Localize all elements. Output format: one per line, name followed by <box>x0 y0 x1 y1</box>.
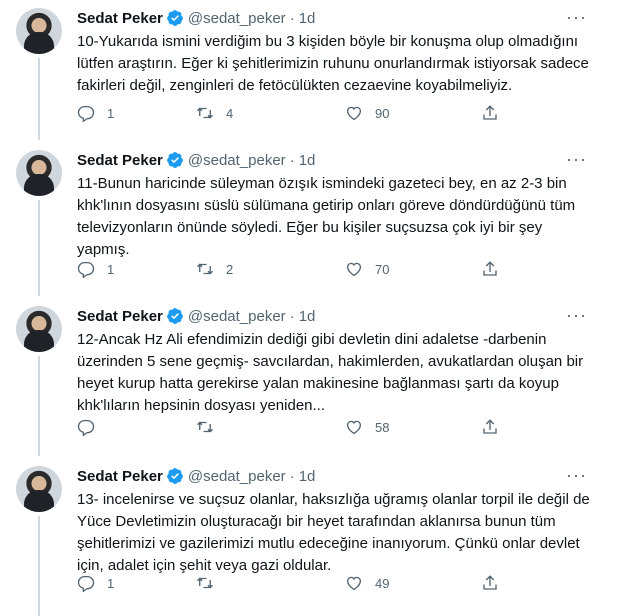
tweet-header: Sedat Peker @sedat_peker · 1d <box>77 8 315 28</box>
like-count: 58 <box>375 419 390 435</box>
avatar[interactable] <box>16 150 62 196</box>
like-button[interactable]: 58 <box>345 418 389 436</box>
tweet-header: Sedat Peker @sedat_peker · 1d <box>77 466 315 486</box>
tweet-time[interactable]: 1d <box>299 10 316 27</box>
thread-line <box>38 516 40 616</box>
retweet-button[interactable]: 2 <box>196 260 233 278</box>
retweet-icon <box>197 263 213 275</box>
tweet-time[interactable]: 1d <box>299 308 316 325</box>
like-button[interactable]: 70 <box>345 260 389 278</box>
avatar[interactable] <box>16 306 62 352</box>
retweet-icon <box>197 107 213 119</box>
heart-icon <box>346 262 362 277</box>
reply-icon <box>77 105 95 122</box>
separator-dot: · <box>289 151 295 169</box>
tweet-actions: 1 2 70 <box>77 260 577 280</box>
share-icon <box>483 261 497 276</box>
retweet-icon <box>197 577 213 589</box>
tweet-header: Sedat Peker @sedat_peker · 1d <box>77 306 315 326</box>
reply-count: 1 <box>107 105 115 121</box>
retweet-count: 2 <box>226 261 234 277</box>
author-handle[interactable]: @sedat_peker <box>188 10 286 27</box>
heart-icon <box>346 420 362 435</box>
author-name[interactable]: Sedat Peker <box>77 152 163 169</box>
reply-count: 1 <box>107 261 115 277</box>
author-handle[interactable]: @sedat_peker <box>188 152 286 169</box>
reply-button[interactable]: 1 <box>77 260 114 278</box>
reply-button[interactable]: 1 <box>77 104 114 122</box>
verified-badge-icon <box>167 152 183 168</box>
author-name[interactable]: Sedat Peker <box>77 468 163 485</box>
retweet-button[interactable]: 4 <box>196 104 233 122</box>
tweet-text: 10-Yukarıda ismini verdiğim bu 3 kişiden… <box>77 33 589 94</box>
tweet-time[interactable]: 1d <box>299 468 316 485</box>
reply-icon <box>77 261 95 278</box>
avatar[interactable] <box>16 466 62 512</box>
like-count: 90 <box>375 105 390 121</box>
avatar[interactable] <box>16 8 62 54</box>
tweet-time[interactable]: 1d <box>299 152 316 169</box>
verified-badge-icon <box>167 468 183 484</box>
retweet-button[interactable] <box>196 418 226 436</box>
verified-badge-icon <box>167 308 183 324</box>
retweet-icon <box>197 421 213 433</box>
more-options-icon[interactable]: ··· <box>566 150 587 168</box>
like-button[interactable]: 49 <box>345 574 389 592</box>
heart-icon <box>346 576 362 591</box>
share-icon <box>483 105 497 120</box>
separator-dot: · <box>289 307 295 325</box>
author-name[interactable]: Sedat Peker <box>77 10 163 27</box>
tweet-actions: 1 49 <box>77 574 577 594</box>
more-options-icon[interactable]: ··· <box>566 306 587 324</box>
tweet-text: 13- incelenirse ve suçsuz olanlar, haksı… <box>77 491 590 574</box>
like-count: 70 <box>375 261 390 277</box>
more-options-icon[interactable]: ··· <box>566 8 587 26</box>
tweet-header: Sedat Peker @sedat_peker · 1d <box>77 150 315 170</box>
thread-line <box>38 200 40 296</box>
tweet-actions: 1 4 90 <box>77 104 577 124</box>
like-count: 49 <box>375 575 390 591</box>
share-button[interactable] <box>481 574 499 592</box>
share-icon <box>483 575 497 590</box>
share-button[interactable] <box>481 260 499 278</box>
reply-icon <box>77 575 95 592</box>
thread-line <box>38 58 40 140</box>
heart-icon <box>346 106 362 121</box>
separator-dot: · <box>289 467 295 485</box>
reply-count: 1 <box>107 575 115 591</box>
separator-dot: · <box>289 9 295 27</box>
tweet-text: 12-Ancak Hz Ali efendimizin dediği gibi … <box>77 331 584 414</box>
author-name[interactable]: Sedat Peker <box>77 308 163 325</box>
thread-line <box>38 356 40 456</box>
reply-icon <box>77 419 95 436</box>
verified-badge-icon <box>167 10 183 26</box>
reply-button[interactable] <box>77 418 107 436</box>
share-button[interactable] <box>481 418 499 436</box>
reply-button[interactable]: 1 <box>77 574 114 592</box>
retweet-button[interactable] <box>196 574 226 592</box>
like-button[interactable]: 90 <box>345 104 389 122</box>
share-button[interactable] <box>481 104 499 122</box>
author-handle[interactable]: @sedat_peker <box>188 308 286 325</box>
tweet-text: 11-Bunun haricinde süleyman özışık ismin… <box>77 175 576 258</box>
share-icon <box>483 419 497 434</box>
author-handle[interactable]: @sedat_peker <box>188 468 286 485</box>
tweet-actions: 58 <box>77 418 577 438</box>
retweet-count: 4 <box>226 105 234 121</box>
more-options-icon[interactable]: ··· <box>566 466 587 484</box>
